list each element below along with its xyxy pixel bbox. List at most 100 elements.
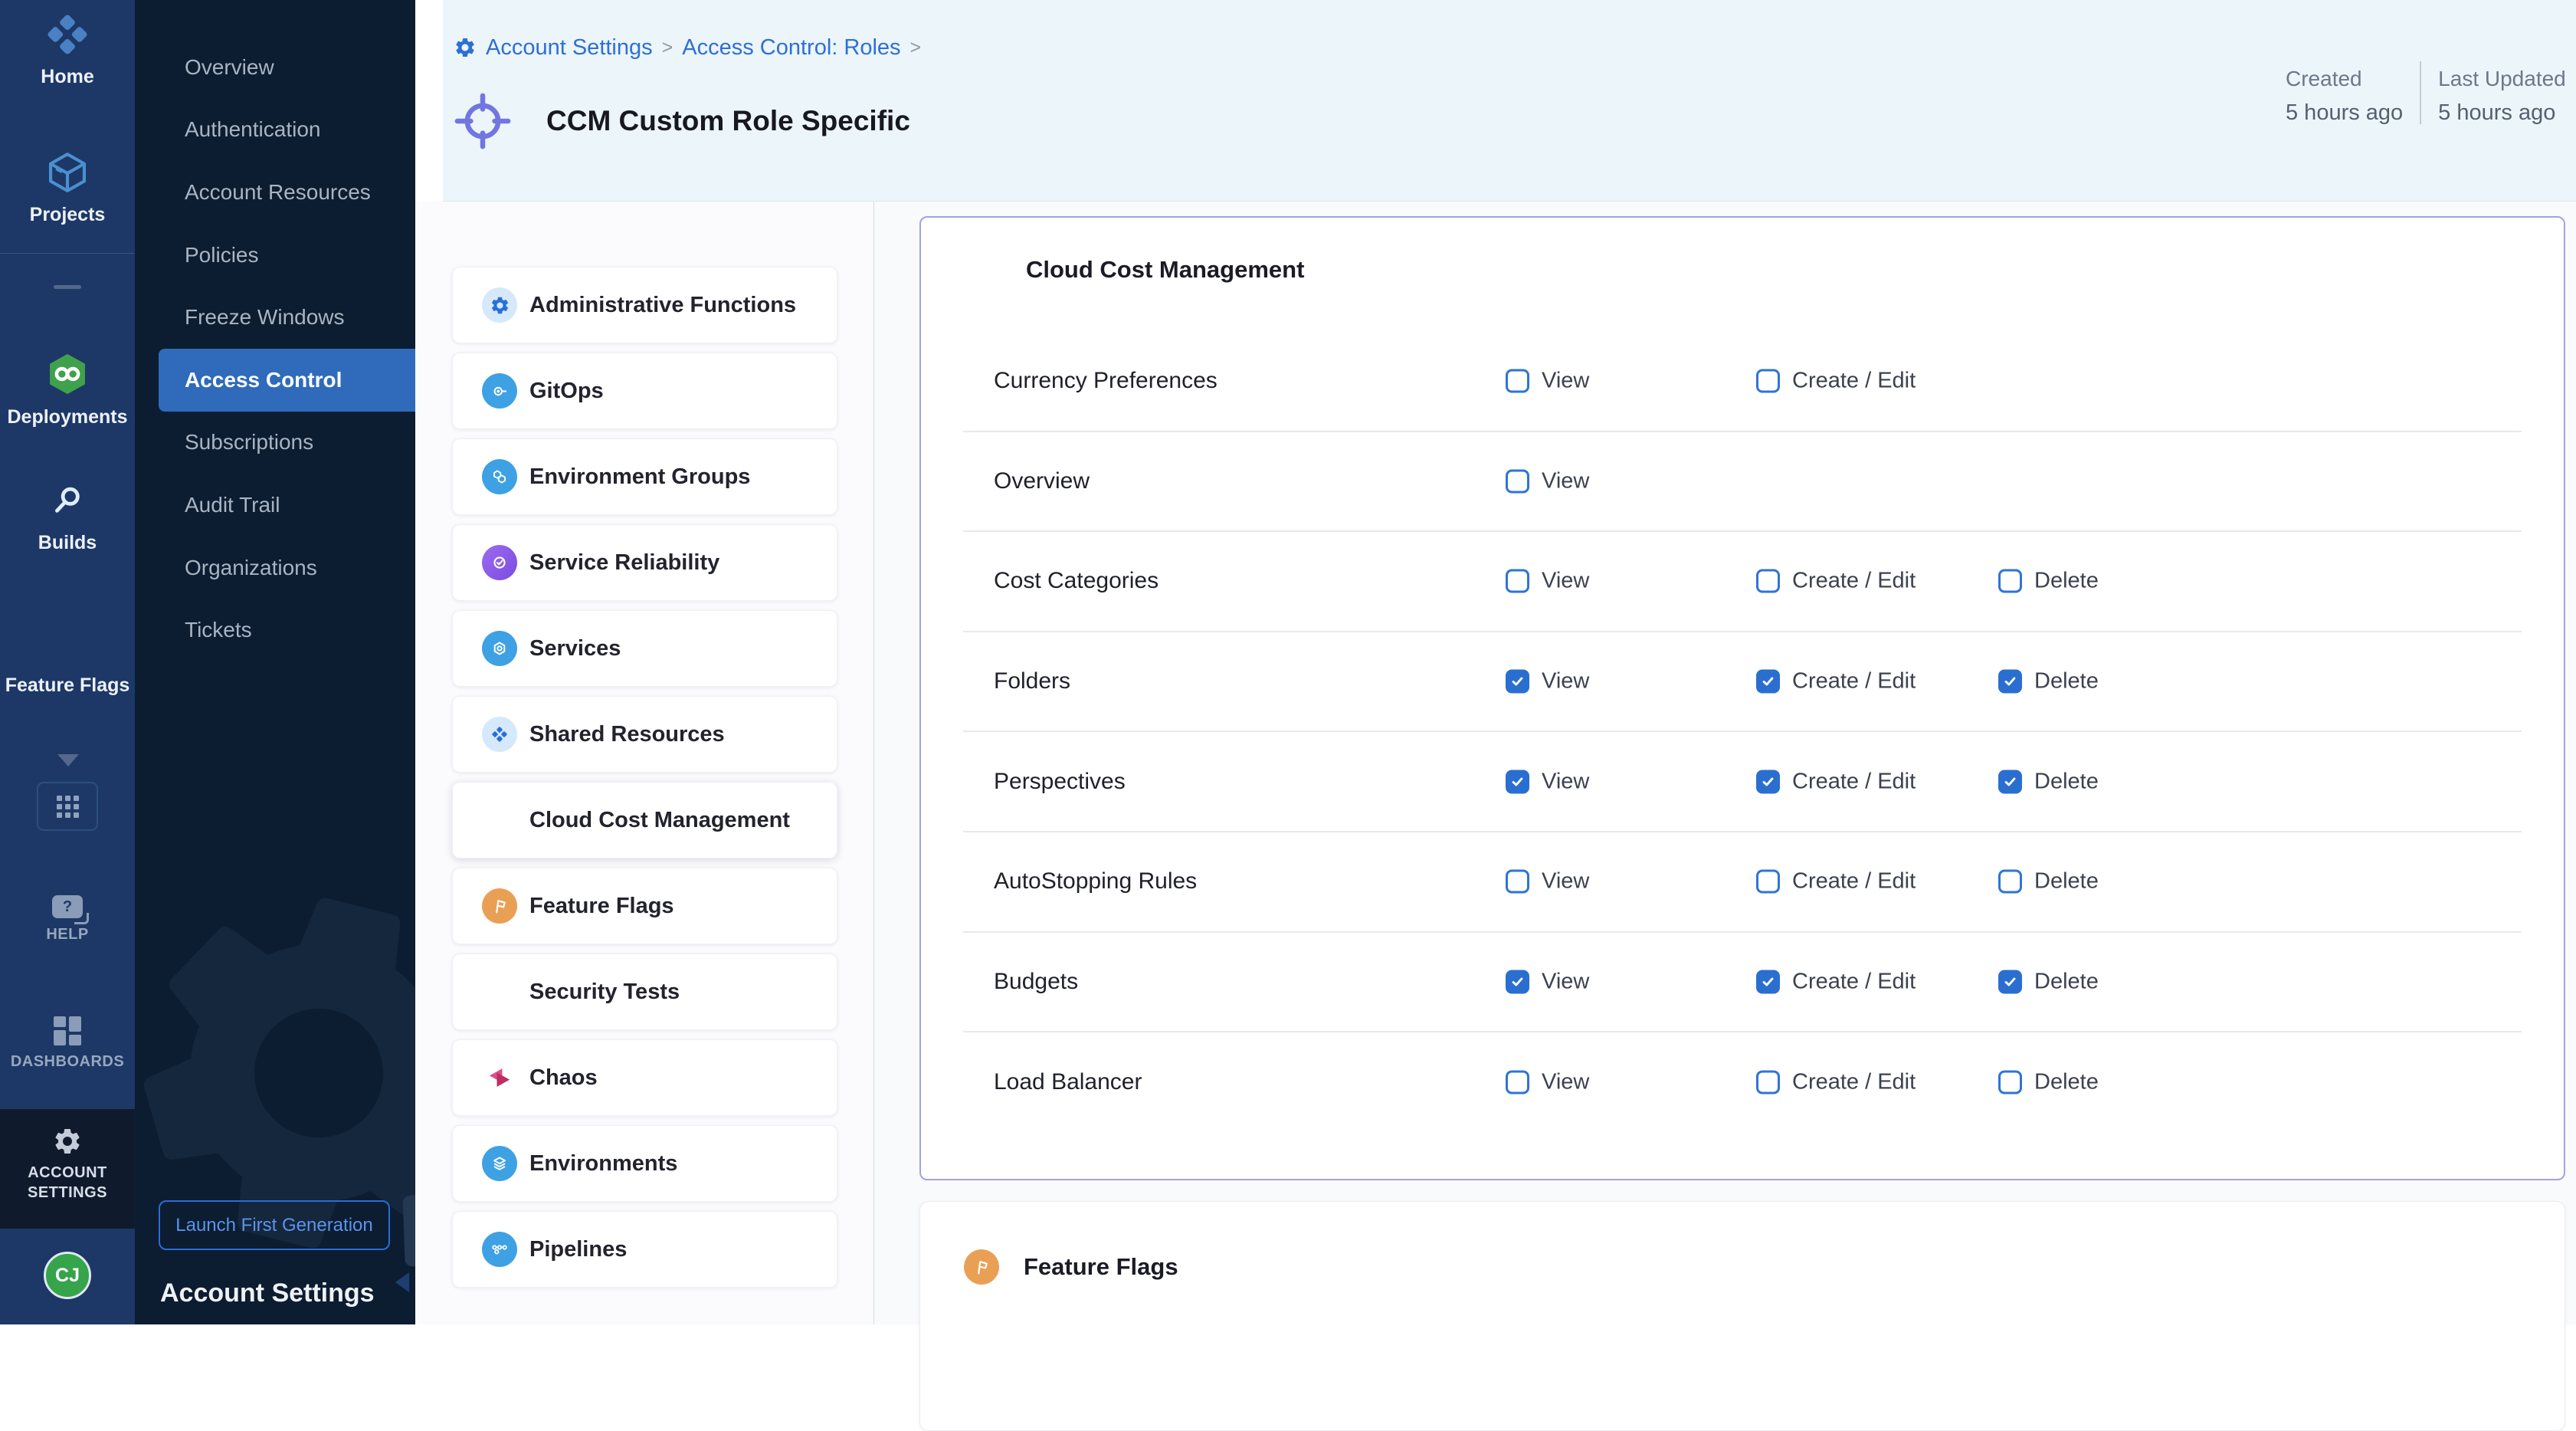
nav-rail-label: ACCOUNT SETTINGS xyxy=(28,1163,107,1203)
permission-checkbox[interactable] xyxy=(1998,770,2022,793)
permission-cell-budgets-create-edit: Create / Edit xyxy=(1756,969,1916,994)
permission-label: Delete xyxy=(2034,669,2099,694)
module-label: Environments xyxy=(529,1151,677,1177)
sidebar-item-label: Authentication xyxy=(185,117,320,142)
permission-checkbox[interactable] xyxy=(1506,670,1529,694)
permission-label: Create / Edit xyxy=(1792,869,1916,894)
module-card-environment-groups[interactable]: Environment Groups xyxy=(452,438,837,515)
permission-row-cost-categories: Cost Categories View Create / Edit Delet… xyxy=(963,532,2522,632)
feature-flags-icon xyxy=(964,1249,999,1285)
resource-name: Cost Categories xyxy=(994,568,1159,594)
permission-cell-perspectives-view: View xyxy=(1506,769,1589,794)
sidebar-item-label: Audit Trail xyxy=(185,493,280,517)
avatar[interactable]: CJ xyxy=(44,1252,91,1299)
nav-rail-label: HELP xyxy=(46,926,88,944)
permission-checkbox[interactable] xyxy=(1506,770,1529,793)
permission-checkbox[interactable] xyxy=(1756,870,1780,894)
sidebar-collapse-arrow[interactable] xyxy=(395,1272,409,1292)
permission-label: Create / Edit xyxy=(1792,369,1916,394)
sidebar-item-tickets[interactable]: Tickets xyxy=(135,599,415,661)
permission-checkbox[interactable] xyxy=(1998,970,2022,993)
module-icon-slot xyxy=(481,1060,518,1095)
breadcrumb-link-access-control-roles[interactable]: Access Control: Roles xyxy=(682,35,900,61)
sidebar-title: Account Settings xyxy=(160,1278,375,1308)
breadcrumb: Account Settings > Access Control: Roles… xyxy=(454,34,921,61)
module-card-shared-resources[interactable]: Shared Resources xyxy=(452,696,837,773)
rail-divider xyxy=(0,253,135,254)
permission-label: Create / Edit xyxy=(1792,969,1916,994)
permission-cell-load-balancer-view: View xyxy=(1506,1070,1589,1095)
created-value: 5 hours ago xyxy=(2286,96,2403,130)
permission-cell-cost-categories-create-edit: Create / Edit xyxy=(1756,569,1916,594)
sidebar-item-label: Tickets xyxy=(185,618,252,642)
permission-checkbox[interactable] xyxy=(1998,569,2022,593)
permission-checkbox[interactable] xyxy=(1506,1071,1529,1095)
permission-checkbox[interactable] xyxy=(1756,770,1780,793)
sidebar-item-access-control[interactable]: Access Control xyxy=(159,349,415,412)
dashboards-icon xyxy=(54,1016,81,1045)
nav-rail-item-projects[interactable]: Projects xyxy=(0,149,135,226)
module-card-pipelines[interactable]: Pipelines xyxy=(452,1211,837,1288)
nav-rail-item-dashboards[interactable]: DASHBOARDS xyxy=(0,1016,135,1071)
permission-checkbox[interactable] xyxy=(1756,369,1780,393)
module-label: Chaos xyxy=(529,1065,598,1091)
module-card-chaos[interactable]: Chaos xyxy=(452,1039,837,1116)
module-card-feature-flags[interactable]: Feature Flags xyxy=(452,868,837,944)
sidebar-item-authentication[interactable]: Authentication xyxy=(135,99,415,162)
module-card-service-reliability[interactable]: Service Reliability xyxy=(452,524,837,601)
last-updated-label: Last Updated xyxy=(2438,61,2566,96)
module-card-environments[interactable]: Environments xyxy=(452,1125,837,1202)
sidebar-item-subscriptions[interactable]: Subscriptions xyxy=(135,412,415,474)
permission-cell-autostopping-rules-create-edit: Create / Edit xyxy=(1756,869,1916,894)
launch-first-generation-button[interactable]: Launch First Generation xyxy=(159,1200,390,1250)
permission-checkbox[interactable] xyxy=(1756,569,1780,593)
permission-checkbox[interactable] xyxy=(1756,970,1780,993)
module-card-gitops[interactable]: GitOps xyxy=(452,353,837,429)
chevron-down-icon[interactable] xyxy=(57,754,79,766)
module-card-security-tests[interactable]: Security Tests xyxy=(452,953,837,1030)
permission-checkbox[interactable] xyxy=(1756,1071,1780,1095)
module-card-cloud-cost-management[interactable]: $ Cloud Cost Management xyxy=(452,782,837,858)
module-card-services[interactable]: Services xyxy=(452,610,837,687)
nav-rail-label: Projects xyxy=(30,204,106,226)
module-picker-button[interactable] xyxy=(37,782,98,831)
breadcrumb-link-account-settings[interactable]: Account Settings xyxy=(486,35,653,61)
resource-name: AutoStopping Rules xyxy=(994,868,1197,894)
avatar-initials: CJ xyxy=(55,1265,80,1287)
module-label: Service Reliability xyxy=(529,550,719,576)
sidebar-item-freeze-windows[interactable]: Freeze Windows xyxy=(135,286,415,349)
sidebar-item-organizations[interactable]: Organizations xyxy=(135,537,415,599)
permission-checkbox[interactable] xyxy=(1998,670,2022,694)
gear-icon xyxy=(52,1126,83,1157)
permission-checkbox[interactable] xyxy=(1756,670,1780,694)
module-label: GitOps xyxy=(529,379,604,404)
nav-rail-item-help[interactable]: ? HELP xyxy=(0,895,135,944)
panel-title: Feature Flags xyxy=(1024,1253,1178,1281)
builds-icon xyxy=(43,475,92,524)
permission-checkbox[interactable] xyxy=(1506,970,1529,993)
permission-checkbox[interactable] xyxy=(1506,369,1529,393)
resource-name: Overview xyxy=(994,468,1090,494)
permission-checkbox[interactable] xyxy=(1998,1071,2022,1095)
cloud-cost-management-panel: $ Cloud Cost Management Currency Prefere… xyxy=(919,216,2565,1180)
permission-checkbox[interactable] xyxy=(1506,569,1529,593)
permission-checkbox[interactable] xyxy=(1506,870,1529,894)
permission-row-overview: Overview View xyxy=(963,432,2522,533)
nav-rail-item-account-settings[interactable]: ACCOUNT SETTINGS xyxy=(0,1109,135,1229)
permission-checkbox[interactable] xyxy=(1506,469,1529,493)
sidebar-item-policies[interactable]: Policies xyxy=(135,224,415,287)
sidebar-item-account-resources[interactable]: Account Resources xyxy=(135,161,415,224)
permission-cell-folders-create-edit: Create / Edit xyxy=(1756,669,1916,694)
module-card-administrative-functions[interactable]: Administrative Functions xyxy=(452,267,837,343)
nav-rail-item-deployments[interactable]: Deployments xyxy=(0,350,135,428)
nav-rail-label: Home xyxy=(41,66,93,88)
nav-rail-item-home[interactable]: Home xyxy=(0,11,135,88)
nav-rail-item-builds[interactable]: Builds xyxy=(0,475,135,554)
module-icon-slot xyxy=(481,974,518,1009)
nav-rail-item-feature-flags[interactable]: Feature Flags xyxy=(0,618,135,697)
permission-label: View xyxy=(1542,969,1589,994)
page-header: Account Settings > Access Control: Roles… xyxy=(443,0,2576,202)
sidebar-item-audit-trail[interactable]: Audit Trail xyxy=(135,474,415,537)
sidebar-item-overview[interactable]: Overview xyxy=(135,36,415,99)
permission-checkbox[interactable] xyxy=(1998,870,2022,894)
